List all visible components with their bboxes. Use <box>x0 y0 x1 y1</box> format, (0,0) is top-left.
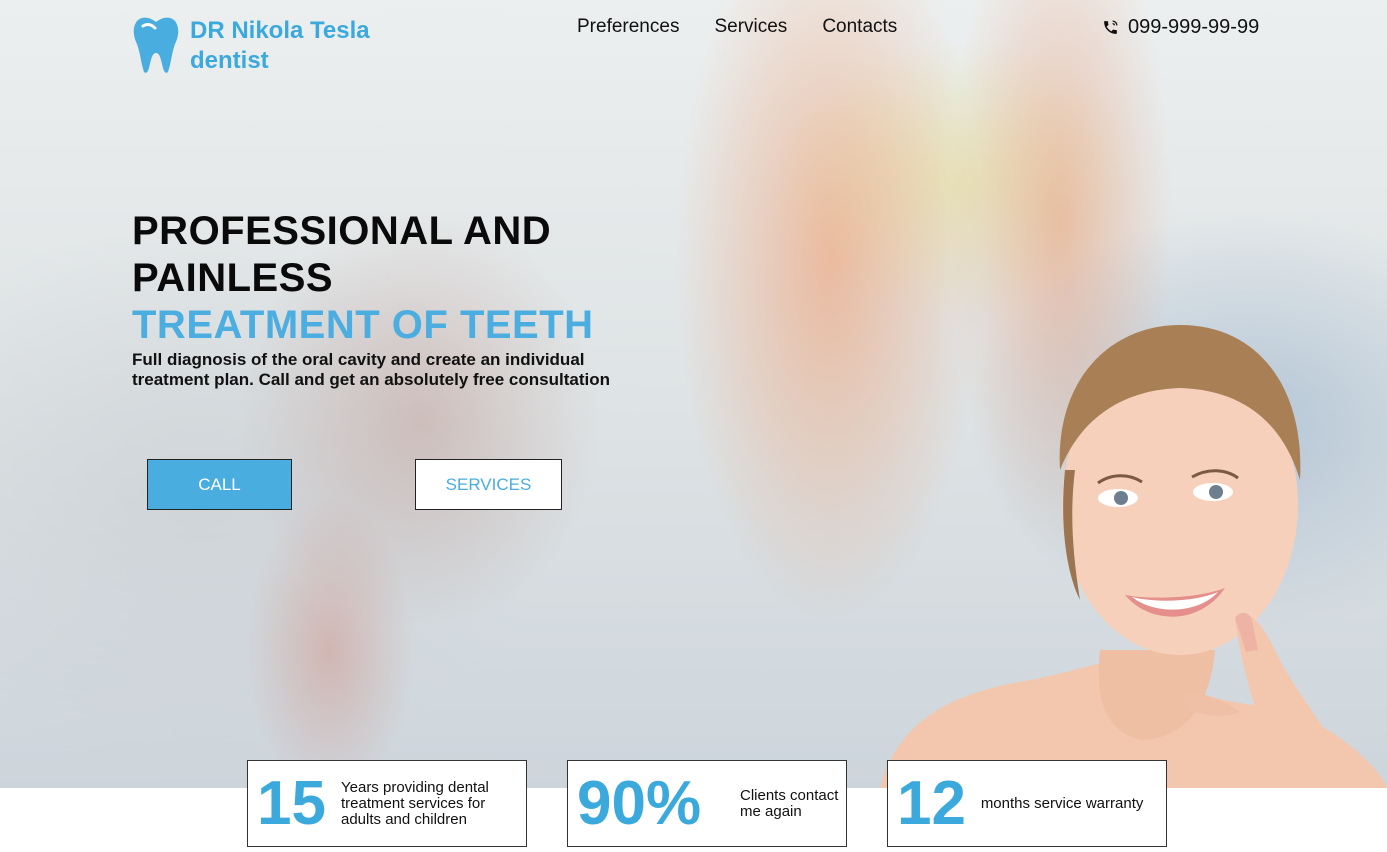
services-button[interactable]: SERVICES <box>415 459 562 510</box>
stat-number: 15 <box>257 768 326 838</box>
phone-icon <box>1104 19 1118 34</box>
logo-title: DR Nikola Tesla <box>190 17 370 44</box>
stat-number: 12 <box>897 768 966 838</box>
stat-text: Years providing dental treatment service… <box>341 778 489 828</box>
phone-link[interactable]: 099-999-99-99 <box>1102 14 1259 40</box>
stat-text: months service warranty <box>980 794 1144 812</box>
headline-line-2: PAINLESS <box>132 256 334 300</box>
logo-subtitle: dentist <box>190 47 269 74</box>
stat-card-years: 15 Years providing dental treatment serv… <box>247 760 527 847</box>
tooth-icon <box>133 17 179 73</box>
headline-accent: TREATMENT OF TEETH <box>132 303 594 347</box>
logo[interactable]: DR Nikola Tesla dentist <box>133 16 370 76</box>
nav-contacts[interactable]: Contacts <box>822 14 897 40</box>
hero-background <box>0 0 1387 788</box>
nav-services[interactable]: Services <box>714 14 787 40</box>
stat-card-warranty: 12 months service warranty <box>887 760 1167 847</box>
logo-text: DR Nikola Tesla dentist <box>190 16 370 76</box>
stat-card-clients: 90% Clients contact me again <box>567 760 847 847</box>
nav-preferences[interactable]: Preferences <box>577 14 679 40</box>
stat-number: 90% <box>577 768 702 838</box>
smiling-woman-image <box>880 325 1387 788</box>
call-button[interactable]: CALL <box>147 459 292 510</box>
main-nav: Preferences Services Contacts <box>577 14 932 40</box>
stat-text: Clients contact me again <box>740 786 839 820</box>
headline-line-1: PROFESSIONAL AND <box>132 209 552 253</box>
hero-headline: PROFESSIONAL AND PAINLESS TREATMENT OF T… <box>132 208 692 349</box>
phone-number: 099-999-99-99 <box>1128 16 1260 38</box>
hero-subtitle: Full diagnosis of the oral cavity and cr… <box>132 350 610 389</box>
